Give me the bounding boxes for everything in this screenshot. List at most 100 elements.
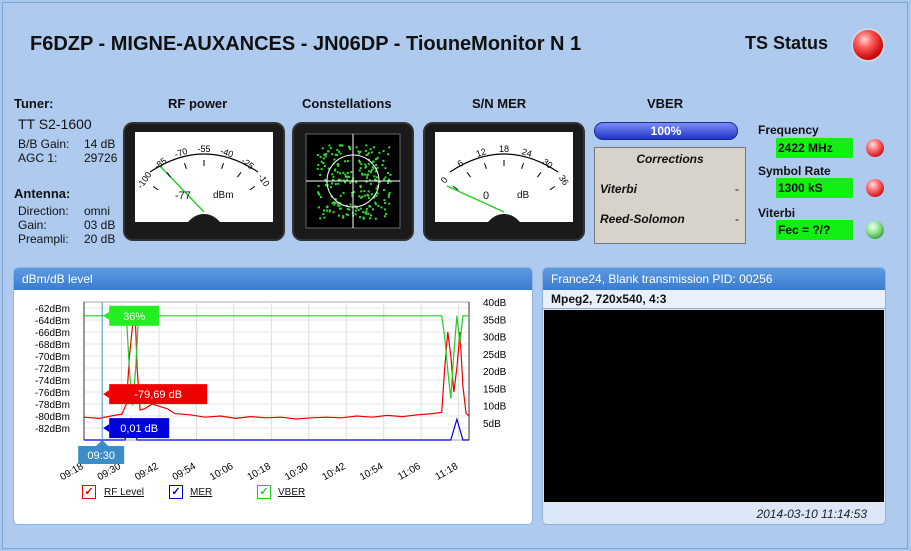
constellation-point — [365, 144, 368, 147]
constellation-point — [375, 187, 378, 190]
level-panel-title: dBm/dB level — [14, 268, 532, 290]
constellation-point — [326, 205, 329, 208]
constellation-point — [362, 211, 365, 214]
rf-meter-face: -100-85-70 -55 -40-25-10 — [135, 132, 273, 222]
constellation-point — [322, 213, 325, 216]
constellation-point — [369, 217, 372, 220]
rf-tooltip-text: -79,69 dB — [134, 389, 182, 401]
constellation-point — [360, 163, 363, 166]
rf-power-title: RF power — [168, 96, 228, 111]
constellation-point — [343, 181, 346, 184]
constellation-point — [330, 153, 333, 156]
frequency-led-icon — [866, 139, 884, 157]
constellation-point — [322, 157, 325, 160]
constellation-point — [328, 210, 331, 213]
mer-legend[interactable]: MER — [190, 487, 212, 498]
constellation-point — [362, 216, 365, 219]
constellation-point — [354, 213, 357, 216]
right-tick-label: 35dB — [483, 315, 507, 326]
right-tick-label: 10dB — [483, 402, 507, 413]
rf-level-legend[interactable]: RF Level — [104, 487, 144, 498]
corrections-title: Corrections — [636, 152, 704, 166]
video-format: Mpeg2, 720x540, 4:3 — [543, 290, 885, 309]
constellation-point — [363, 194, 366, 197]
constellation-point — [363, 190, 366, 193]
left-tick-label: -76dBm — [35, 388, 70, 399]
left-tick-label: -82dBm — [35, 424, 70, 435]
constellation-point — [337, 204, 340, 207]
tuner-label: Tuner: — [14, 96, 54, 111]
constellation-point — [385, 212, 388, 215]
corrections-panel: Corrections Viterbi - Reed-Solomon - — [594, 147, 746, 244]
constellation-point — [358, 152, 361, 155]
rf-level-checkbox[interactable]: ✓ — [82, 485, 96, 499]
constellation-point — [365, 153, 368, 156]
video-display[interactable] — [544, 310, 884, 502]
constellation-point — [387, 153, 390, 156]
viterbi-led-icon — [866, 221, 884, 239]
video-panel-title: France24, Blank transmission PID: 00256 — [543, 268, 885, 290]
constellation-point — [374, 217, 377, 220]
constellation-point — [333, 203, 336, 206]
constellation-point — [388, 202, 391, 205]
constellation-point — [367, 190, 370, 193]
left-tick-label: -72dBm — [35, 364, 70, 375]
constellation-point — [367, 170, 370, 173]
constellation-point — [317, 163, 320, 166]
constellation-point — [316, 154, 319, 157]
constellation-point — [364, 173, 367, 176]
constellation-point — [364, 163, 367, 166]
direction-value: omni — [84, 204, 111, 218]
constellation-point — [349, 181, 352, 184]
constellation-point — [325, 153, 328, 156]
constellation-point — [376, 192, 379, 195]
preampli-label: Preampli: — [18, 232, 69, 246]
constellation-point — [317, 206, 320, 209]
viterbi-value: Fec = ?/? — [776, 220, 853, 240]
x-tick-label: 09:54 — [171, 461, 199, 483]
constellation-point — [330, 182, 333, 185]
x-tick-label: 09:18 — [58, 461, 86, 483]
constellation-point — [383, 178, 386, 181]
constellation-point — [383, 215, 386, 218]
constellation-point — [337, 214, 340, 217]
constellation-point — [336, 154, 339, 157]
rf-meter-unit: dBm — [213, 190, 234, 201]
left-tick-label: -62dBm — [35, 304, 70, 315]
x-tick-label: 09:42 — [133, 461, 161, 483]
constellation-point — [320, 160, 323, 163]
constellation-point — [365, 165, 368, 168]
constellation-point — [323, 164, 326, 167]
constellation-point — [346, 171, 349, 174]
constellation-point — [349, 203, 352, 206]
rf-meter-value: -77 — [175, 190, 191, 202]
rs-corr-label: Reed-Solomon — [600, 212, 685, 226]
constellation-point — [337, 182, 340, 185]
right-tick-label: 25dB — [483, 350, 507, 361]
vber-legend[interactable]: VBER — [278, 487, 305, 498]
constellation-point — [326, 209, 329, 212]
agc-value: 29726 — [84, 151, 118, 165]
left-tick-label: -78dBm — [35, 400, 70, 411]
constellation-point — [340, 144, 343, 147]
constellation-point — [348, 146, 351, 149]
constellation-point — [370, 193, 373, 196]
constellation-point — [358, 159, 361, 162]
constellation-point — [366, 176, 369, 179]
vber-checkbox[interactable]: ✓ — [257, 485, 271, 499]
right-tick-label: 5dB — [483, 419, 501, 430]
constellation-point — [350, 171, 353, 174]
constellation-point — [373, 175, 376, 178]
constellation-point — [339, 152, 342, 155]
ts-status-label: TS Status — [745, 33, 829, 53]
mer-checkbox[interactable]: ✓ — [169, 485, 183, 499]
constellation-point — [381, 163, 384, 166]
constellation-point — [359, 186, 362, 189]
constellation-point — [344, 173, 347, 176]
agc-label: AGC 1: — [18, 151, 58, 165]
constellation-point — [372, 160, 375, 163]
constellation-point — [365, 210, 368, 213]
constellation-point — [375, 194, 378, 197]
constellation-point — [382, 159, 385, 162]
bb-gain-label: B/B Gain: — [18, 137, 70, 151]
